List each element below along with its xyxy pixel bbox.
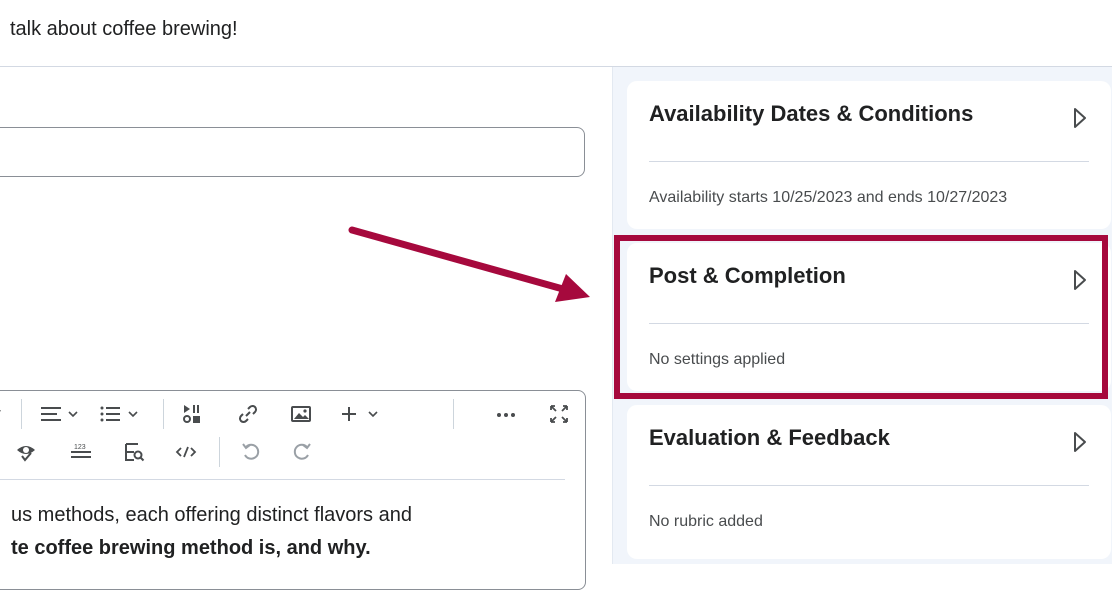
toolbar-divider [0, 479, 565, 480]
panel-title: Availability Dates & Conditions [649, 101, 974, 126]
chevron-right-icon[interactable] [1073, 431, 1087, 458]
list-icon[interactable] [96, 399, 146, 429]
image-icon[interactable] [286, 399, 316, 429]
toolbar-separator [163, 399, 164, 429]
chevron-right-icon[interactable] [1073, 107, 1087, 134]
panel-title: Post & Completion [649, 263, 846, 288]
preview-icon[interactable] [119, 437, 149, 467]
editor-content[interactable]: us methods, each offering distinct flavo… [11, 499, 412, 565]
panel-availability-dates-conditions[interactable]: Availability Dates & Conditions Availabi… [627, 81, 1111, 229]
more-icon[interactable] [491, 399, 521, 429]
panel-summary: No rubric added [649, 513, 763, 530]
panel-divider [649, 485, 1089, 486]
toolbar-separator [453, 399, 454, 429]
align-icon[interactable] [36, 399, 86, 429]
panel-summary: No settings applied [649, 351, 786, 368]
word-count-icon[interactable]: 123 [66, 437, 96, 467]
toolbar-separator [21, 399, 22, 429]
main-form: 123 us methods, each offering distinct f… [0, 67, 612, 590]
topic-title-bar: talk about coffee brewing! [0, 0, 1112, 67]
chevron-down-icon[interactable] [0, 399, 9, 429]
link-icon[interactable] [233, 399, 263, 429]
title-input[interactable] [0, 127, 585, 177]
redo-icon[interactable] [287, 437, 317, 467]
panel-divider [649, 161, 1089, 162]
panel-summary: Availability starts 10/25/2023 and ends … [649, 189, 1008, 206]
svg-text:123: 123 [74, 444, 86, 451]
undo-icon[interactable] [236, 437, 266, 467]
rich-text-editor[interactable]: 123 us methods, each offering distinct f… [0, 390, 586, 590]
topic-title: talk about coffee brewing! [10, 18, 238, 40]
panel-evaluation-feedback[interactable]: Evaluation & Feedback No rubric added [627, 405, 1111, 559]
toolbar-separator [219, 437, 220, 467]
panel-divider [649, 323, 1089, 324]
editor-line-1: us methods, each offering distinct flavo… [11, 504, 412, 526]
plus-icon[interactable] [336, 399, 386, 429]
panel-post-completion[interactable]: Post & Completion No settings applied [627, 243, 1111, 391]
panel-title: Evaluation & Feedback [649, 425, 890, 450]
fullscreen-icon[interactable] [544, 399, 574, 429]
source-code-icon[interactable] [171, 437, 201, 467]
accessibility-check-icon[interactable] [11, 437, 41, 467]
chevron-right-icon[interactable] [1073, 269, 1087, 296]
settings-panel: Availability Dates & Conditions Availabi… [612, 67, 1112, 564]
editor-line-2: te coffee brewing method is, and why. [11, 537, 371, 559]
insert-stuff-icon[interactable] [177, 399, 207, 429]
